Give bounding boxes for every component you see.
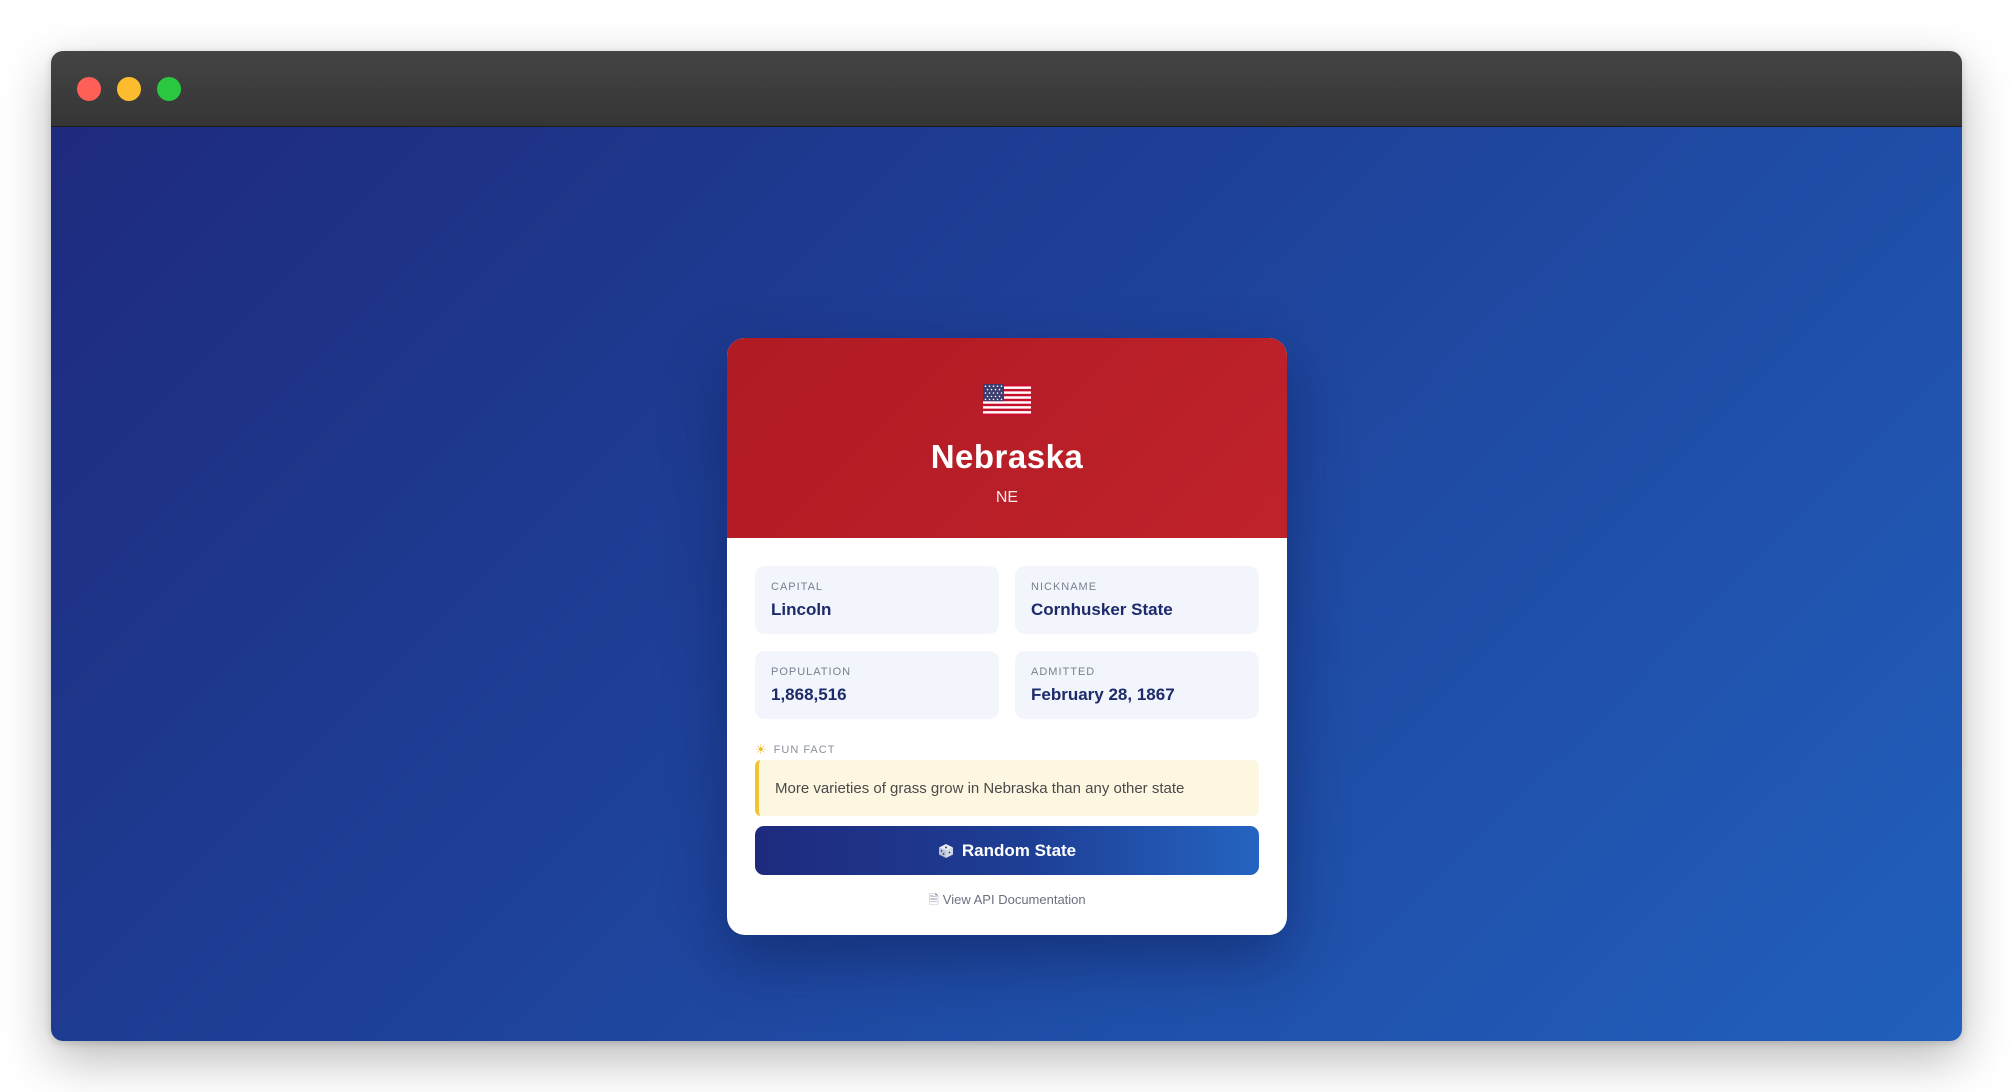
admitted-info: ADMITTED February 28, 1867 — [1015, 651, 1259, 719]
population-info: POPULATION 1,868,516 — [755, 651, 999, 719]
nickname-value: Cornhusker State — [1031, 600, 1173, 619]
random-state-label: Random State — [961, 840, 1077, 860]
state-name: Nebraska — [930, 438, 1084, 475]
title-bar — [51, 51, 1962, 127]
browser-window: Nebraska NE CAPITAL Lincoln NICKNAME Cor… — [51, 51, 1962, 1041]
api-documentation-label: View API Documentation — [942, 892, 1086, 907]
state-card-header: Nebraska NE — [727, 338, 1287, 538]
nickname-label: NICKNAME — [1031, 581, 1098, 593]
close-window-button[interactable] — [77, 77, 101, 101]
api-documentation-link[interactable]: 🗎 View API Documentation — [727, 891, 1287, 913]
fun-fact-text: More varieties of grass grow in Nebraska… — [775, 779, 1185, 797]
admitted-label: ADMITTED — [1031, 666, 1096, 678]
fun-fact-box: More varieties of grass grow in Nebraska… — [755, 760, 1259, 816]
minimize-window-button[interactable] — [117, 77, 141, 101]
document-icon: 🗎 — [928, 892, 939, 907]
page-background: Nebraska NE CAPITAL Lincoln NICKNAME Cor… — [51, 127, 1962, 1041]
us-flag-icon — [983, 384, 1031, 416]
admitted-value: February 28, 1867 — [1031, 685, 1175, 704]
sun-icon: ☀ — [755, 742, 768, 757]
capital-info: CAPITAL Lincoln — [755, 566, 999, 634]
state-abbreviation: NE — [995, 489, 1019, 506]
capital-value: Lincoln — [771, 600, 832, 619]
random-state-button[interactable]: Random State — [755, 826, 1259, 875]
nickname-info: NICKNAME Cornhusker State — [1015, 566, 1259, 634]
population-label: POPULATION — [771, 666, 852, 678]
dice-icon — [938, 843, 953, 858]
population-value: 1,868,516 — [771, 685, 847, 704]
fun-fact-label: FUN FACT — [773, 744, 836, 756]
capital-label: CAPITAL — [771, 581, 824, 593]
state-card: Nebraska NE CAPITAL Lincoln NICKNAME Cor… — [727, 338, 1287, 935]
fun-fact-heading: ☀ FUN FACT — [755, 742, 835, 758]
maximize-window-button[interactable] — [157, 77, 181, 101]
